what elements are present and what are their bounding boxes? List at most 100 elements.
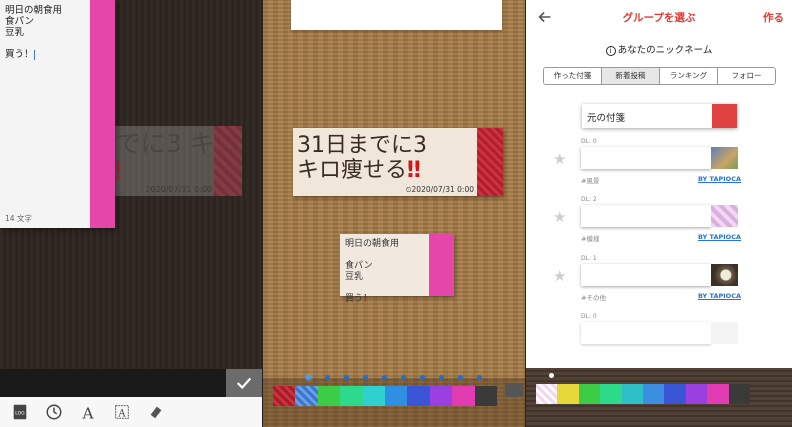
note-text-input[interactable]: 明日の朝食用 食パン 豆乳 買う！ [5, 5, 62, 60]
download-count: DL: 0 [581, 138, 597, 145]
page-dot[interactable] [458, 375, 463, 380]
color-swatch[interactable] [728, 384, 751, 404]
page-dot[interactable] [363, 375, 368, 380]
tab-bar: 作った付箋 新着投稿 ランキング フォロー [543, 67, 776, 85]
author-link[interactable]: BY TAPIOCA [698, 175, 741, 183]
editing-note[interactable]: 明日の朝食用 食パン 豆乳 買う！ 14 文字 [0, 0, 115, 228]
background-note-tab [214, 126, 242, 196]
color-palette [273, 386, 498, 406]
keyboard-bar [0, 369, 262, 397]
note-color-tab [90, 0, 115, 228]
log-button[interactable]: LOG [4, 399, 36, 425]
page-dot[interactable] [477, 375, 482, 380]
text-box-icon: A [115, 405, 129, 420]
note-preview [581, 264, 738, 286]
edit-toolbar: LOG A A [0, 397, 262, 427]
note-preview [581, 322, 738, 344]
text-box-button[interactable]: A [106, 399, 138, 425]
svg-text:LOG: LOG [15, 411, 25, 417]
page-dot[interactable] [344, 375, 349, 380]
weight-goal-note-date: ⏲2020/07/31 0:00 [405, 185, 474, 194]
page-dot[interactable] [306, 375, 311, 380]
color-swatch[interactable] [578, 384, 601, 404]
color-swatch[interactable] [385, 386, 408, 406]
font-icon: A [81, 404, 94, 421]
weight-goal-note-text: 31日までに3 キロ痩せる‼ [297, 133, 427, 183]
color-swatch[interactable] [340, 386, 363, 406]
page-dot[interactable] [439, 375, 444, 380]
page-dot[interactable] [325, 375, 330, 380]
eraser-button[interactable] [140, 399, 172, 425]
background-note-date: 2020/07/31 0:00 [145, 185, 212, 194]
clock-icon [46, 404, 62, 420]
tab-new-posts[interactable]: 新着投稿 [602, 68, 660, 84]
color-swatch[interactable] [707, 384, 729, 404]
eraser-icon [150, 406, 162, 419]
color-swatch[interactable] [685, 384, 708, 404]
breakfast-note[interactable]: 明日の朝食用 食パン 豆乳 買う！ [340, 234, 454, 304]
original-note-label: 元の付箋 [587, 113, 626, 124]
font-button[interactable]: A [72, 399, 104, 425]
text-cursor [33, 49, 35, 60]
author-link[interactable]: BY TAPIOCA [698, 292, 741, 300]
weight-goal-note-tab [477, 128, 503, 196]
group-picker-sheet: グループを選ぶ 作る i あなたのニックネーム 作った付箋 新着投稿 ランキング … [526, 0, 792, 368]
thumbnail-image [711, 205, 738, 227]
svg-text:A: A [81, 404, 94, 421]
breakfast-note-text: 明日の朝食用 食パン 豆乳 買う！ [345, 239, 400, 304]
clock-button[interactable] [38, 399, 70, 425]
breakfast-note-tab [429, 234, 454, 296]
tab-follow[interactable]: フォロー [718, 68, 775, 84]
board-panel: 31日までに3 キロ痩せる‼ ⏲2020/07/31 0:00 明日の朝食用 食… [263, 0, 525, 427]
paper-note-top[interactable] [291, 0, 502, 30]
note-tag: #風景 [581, 177, 600, 185]
color-swatch[interactable] [600, 384, 622, 404]
download-count: DL: 1 [581, 255, 597, 262]
page-dot[interactable] [401, 375, 406, 380]
check-icon [236, 377, 252, 390]
color-swatch[interactable] [295, 386, 318, 406]
note-preview [581, 147, 738, 169]
thumbnail-image [711, 264, 738, 286]
color-swatch[interactable] [273, 386, 296, 406]
header: グループを選ぶ 作る [526, 0, 792, 34]
color-swatch[interactable] [557, 384, 579, 404]
note-editor-panel: 31日までに3 キロ痩せる‼ 2020/07/31 0:00 明日の朝食用 食パ… [0, 0, 262, 427]
original-note-tab [712, 104, 737, 128]
color-swatch[interactable] [643, 384, 665, 404]
favorite-star-icon[interactable]: ★ [553, 150, 566, 168]
log-icon: LOG [13, 404, 27, 420]
svg-text:A: A [117, 409, 126, 420]
group-picker-panel: グループを選ぶ 作る i あなたのニックネーム 作った付箋 新着投稿 ランキング … [526, 0, 792, 427]
create-button[interactable]: 作る [763, 10, 784, 25]
favorite-star-icon[interactable]: ★ [553, 208, 566, 226]
weight-goal-note[interactable]: 31日までに3 キロ痩せる‼ ⏲2020/07/31 0:00 [293, 128, 503, 196]
char-count: 14 文字 [5, 214, 32, 223]
color-swatch[interactable] [474, 386, 498, 406]
thumbnail-image [711, 322, 738, 344]
nickname-label[interactable]: i あなたのニックネーム [526, 42, 792, 56]
tab-ranking[interactable]: ランキング [660, 68, 718, 84]
confirm-button[interactable] [226, 369, 262, 397]
color-swatch[interactable] [407, 386, 430, 406]
note-tag: #模様 [581, 235, 600, 243]
page-dot[interactable] [420, 375, 425, 380]
color-swatch[interactable] [429, 386, 453, 406]
color-swatch[interactable] [621, 384, 644, 404]
author-link[interactable]: BY TAPIOCA [698, 233, 741, 241]
download-count: DL: 0 [581, 313, 597, 320]
favorite-star-icon[interactable]: ★ [553, 267, 566, 285]
color-swatch[interactable] [664, 384, 686, 404]
page-dot [549, 373, 554, 378]
tab-created[interactable]: 作った付箋 [544, 68, 602, 84]
color-swatch[interactable] [452, 386, 475, 406]
color-palette [536, 384, 751, 404]
folder-icon[interactable] [505, 383, 523, 397]
original-note[interactable]: 元の付箋 [582, 104, 737, 128]
color-swatch[interactable] [536, 384, 558, 404]
color-swatch[interactable] [317, 386, 341, 406]
note-tag: #その他 [581, 294, 606, 302]
page-dot[interactable] [382, 375, 387, 380]
info-icon: i [605, 45, 616, 56]
color-swatch[interactable] [362, 386, 386, 406]
